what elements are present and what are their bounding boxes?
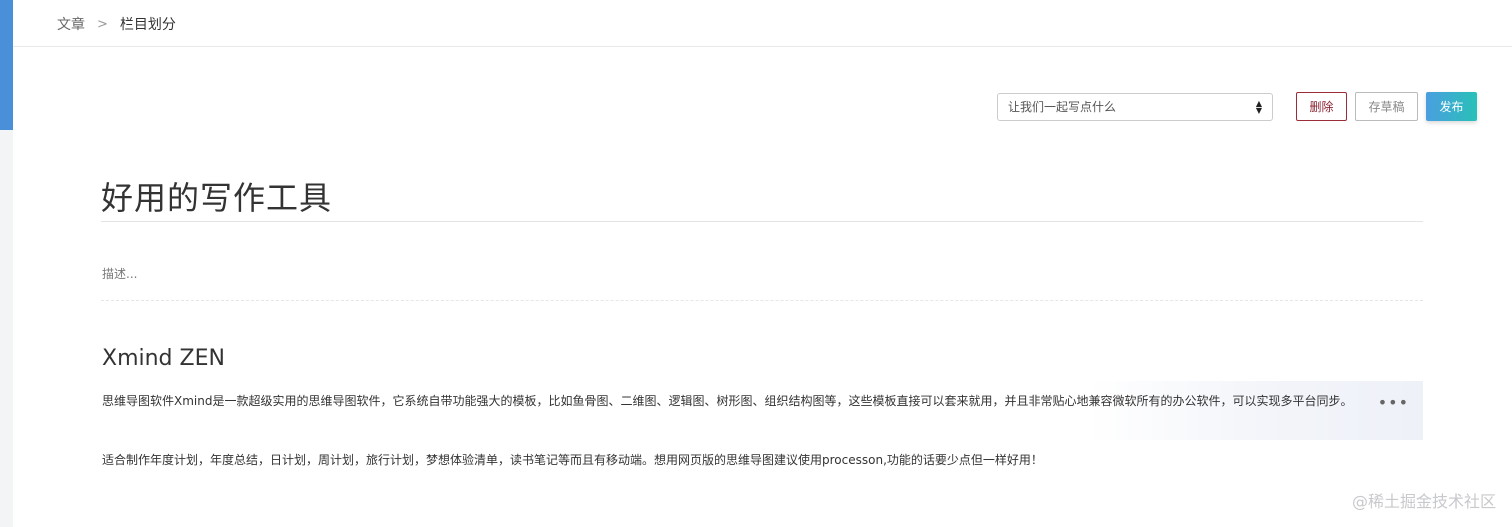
breadcrumb: 文章 > 栏目划分 <box>57 14 176 34</box>
breadcrumb-current: 栏目划分 <box>119 17 176 33</box>
top-bar: 文章 > 栏目划分 <box>13 0 1512 47</box>
sidebar-rail <box>0 130 13 527</box>
category-select[interactable]: 让我们一起写点什么 ▲ ▼ <box>997 92 1273 121</box>
content-heading[interactable]: Xmind ZEN <box>102 346 225 371</box>
more-options-icon[interactable]: ••• <box>1378 393 1409 412</box>
watermark: @稀土掘金技术社区 <box>1351 492 1496 511</box>
title-divider <box>101 221 1423 222</box>
description-divider <box>101 300 1423 301</box>
breadcrumb-parent-link[interactable]: 文章 <box>57 14 85 34</box>
category-select-value: 让我们一起写点什么 <box>1008 100 1117 114</box>
publish-button[interactable]: 发布 <box>1426 92 1477 121</box>
breadcrumb-separator: > <box>97 16 108 32</box>
editor-toolbar: 让我们一起写点什么 ▲ ▼ 删除 存草稿 发布 <box>997 92 1477 121</box>
sidebar-accent-bar <box>0 0 13 130</box>
content-block-hovered[interactable]: 思维导图软件Xmind是一款超级实用的思维导图软件，它系统自带功能强大的模板，比… <box>86 381 1423 440</box>
description-input[interactable]: 描述... <box>102 265 137 282</box>
content-paragraph[interactable]: 思维导图软件Xmind是一款超级实用的思维导图软件，它系统自带功能强大的模板，比… <box>102 391 1372 411</box>
content-paragraph-2[interactable]: 适合制作年度计划，年度总结，日计划，周计划，旅行计划，梦想体验清单，读书笔记等而… <box>102 450 1043 470</box>
delete-button[interactable]: 删除 <box>1296 92 1347 121</box>
select-arrows-icon: ▲ ▼ <box>1255 98 1262 115</box>
save-draft-button[interactable]: 存草稿 <box>1355 92 1418 121</box>
article-title-input[interactable]: 好用的写作工具 <box>101 173 332 219</box>
